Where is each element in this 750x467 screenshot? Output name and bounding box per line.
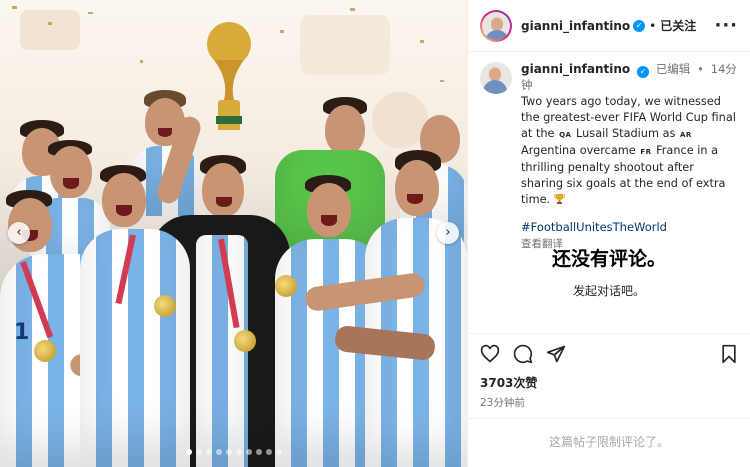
post-side-panel: gianni_infantino ✓ • 已关注 ··· gianni_infa… (467, 0, 750, 467)
empty-comments: 还没有评论。 发起对话吧。 (468, 244, 750, 299)
post-header: gianni_infantino ✓ • 已关注 ··· (468, 0, 750, 52)
player-far-right (303, 150, 467, 467)
edited-label: 已编辑 (655, 62, 691, 76)
like-count[interactable]: 3703次赞 (480, 374, 738, 391)
caption: gianni_infantino ✓ 已编辑 • 14分钟 Two years … (468, 52, 750, 251)
carousel-next-button[interactable]: › (437, 222, 459, 244)
following-button[interactable]: 已关注 (660, 17, 696, 34)
carousel-dot (185, 449, 192, 455)
author-avatar[interactable] (480, 10, 512, 42)
carousel-dot (255, 449, 262, 455)
trophy-emoji-icon (553, 194, 565, 204)
verified-badge-icon: ✓ (633, 19, 646, 32)
caption-text-part: Lusail Stadium as (576, 127, 676, 140)
post-timestamp[interactable]: 23分钟前 (480, 395, 738, 410)
action-bar: 3703次赞 23分钟前 (468, 333, 750, 410)
flag-qatar-icon: QA (559, 131, 572, 139)
hashtag-link[interactable]: #FootballUnitesTheWorld (521, 220, 738, 234)
action-icons (480, 344, 738, 364)
player-front-center-left (80, 165, 190, 467)
comments-limited-notice: 这篇帖子限制评论了。 (468, 418, 750, 467)
flag-argentina-icon: AR (679, 131, 692, 139)
avatar-face (491, 17, 503, 31)
carousel-dot (275, 449, 282, 455)
caption-meta: gianni_infantino ✓ 已编辑 • 14分钟 (521, 62, 738, 93)
carousel-dot (205, 449, 212, 455)
carousel-dots (0, 449, 467, 455)
carousel-prev-button[interactable]: ‹ (8, 222, 30, 244)
carousel-dot (235, 449, 242, 455)
caption-text-part: Argentina overcame (521, 144, 636, 157)
empty-comments-subtitle: 发起对话吧。 (572, 284, 645, 298)
heart-icon[interactable] (480, 344, 500, 364)
author-username[interactable]: gianni_infantino (521, 19, 630, 33)
bookmark-icon[interactable] (720, 344, 738, 364)
carousel-dot (195, 449, 202, 455)
more-horizontal-icon[interactable]: ··· (714, 16, 738, 34)
meta-separator: • (697, 62, 704, 76)
comment-icon[interactable] (513, 344, 533, 364)
avatar-body (483, 80, 507, 94)
caption-body: gianni_infantino ✓ 已编辑 • 14分钟 Two years … (521, 62, 738, 251)
empty-comments-title: 还没有评论。 (551, 248, 666, 270)
caption-avatar[interactable] (480, 62, 512, 94)
flag-france-icon: FR (640, 148, 652, 156)
share-icon[interactable] (546, 344, 566, 364)
carousel-dot (215, 449, 222, 455)
avatar-body (485, 29, 509, 40)
verified-badge-icon: ✓ (636, 66, 649, 78)
world-cup-trophy (207, 22, 251, 130)
header-separator: • (649, 18, 657, 33)
carousel-dot (245, 449, 252, 455)
post-photo[interactable]: 1 ‹ › (0, 0, 467, 467)
carousel-dot (225, 449, 232, 455)
caption-username[interactable]: gianni_infantino (521, 62, 630, 76)
carousel-dot (265, 449, 272, 455)
caption-text: Two years ago today, we witnessed the gr… (521, 94, 738, 208)
